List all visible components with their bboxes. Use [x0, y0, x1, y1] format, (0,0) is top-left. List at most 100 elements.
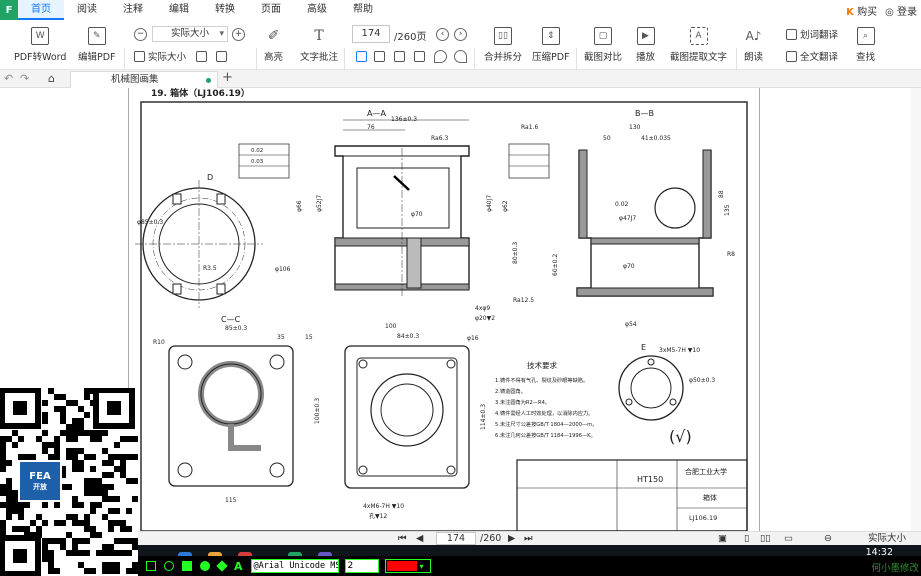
ocr-button[interactable]: A 截图提取文字 — [670, 20, 727, 63]
color-select[interactable]: ▾ — [384, 559, 431, 573]
double-page-button[interactable] — [374, 48, 385, 64]
buy-button[interactable]: K 购买 — [846, 3, 877, 18]
login-button[interactable]: ◎ 登录 — [885, 3, 917, 18]
text-note-button[interactable]: T 文字批注 — [300, 20, 338, 63]
dim-4x9: 4xφ9 — [475, 305, 490, 312]
filled-rect-tool-icon[interactable] — [182, 561, 192, 571]
qr-module — [126, 526, 132, 532]
view-mode-icon[interactable]: ▣ — [718, 532, 727, 546]
qr-module — [120, 466, 126, 472]
compress-button[interactable]: ⇕ 压缩PDF — [532, 20, 570, 63]
zoom-select[interactable]: 实际大小 — [152, 26, 228, 42]
menu-help[interactable]: 帮助 — [340, 0, 386, 20]
dim-130: 130 — [629, 124, 641, 131]
qr-module — [90, 478, 96, 484]
status-page-input[interactable]: 174 — [436, 532, 476, 545]
search-button[interactable]: ⌕ 查找 — [856, 20, 875, 63]
zoom-out-button[interactable]: − — [134, 26, 147, 42]
text-tool-icon[interactable]: A — [234, 560, 243, 573]
zoom-in-button[interactable]: + — [232, 26, 245, 42]
fit-page-button[interactable] — [196, 48, 207, 64]
continuous-button[interactable] — [394, 48, 405, 64]
redo-icon[interactable]: ↷ — [20, 72, 29, 85]
read-aloud-button[interactable]: A♪ 朗读 — [744, 20, 763, 63]
status-zoom-value[interactable]: 实际大小 — [868, 532, 906, 546]
first-page-icon[interactable]: ⏮ — [398, 532, 407, 546]
qr-module — [42, 520, 48, 526]
tab-bar: ↶ ↷ ⌂ 机械图画集 + — [0, 70, 921, 88]
filled-circle-tool-icon[interactable] — [200, 561, 210, 571]
qr-module — [84, 484, 90, 490]
font-select[interactable]: @Arial Unicode MS — [250, 559, 339, 573]
edit-pdf-button[interactable]: ✎ 编辑PDF — [78, 20, 116, 63]
fea-logo: FEA 开放 — [18, 460, 62, 502]
merge-split-button[interactable]: ▯▯ 合并拆分 — [484, 20, 522, 63]
prev-page-button[interactable]: ‹ — [436, 26, 449, 42]
menu-advanced[interactable]: 高级 — [294, 0, 340, 20]
qr-module — [102, 562, 108, 568]
qr-module — [90, 526, 96, 532]
vertical-scrollbar[interactable] — [911, 88, 921, 531]
menu-page[interactable]: 页面 — [248, 0, 294, 20]
menu-home[interactable]: 首页 — [18, 0, 64, 20]
menu-edit[interactable]: 编辑 — [156, 0, 202, 20]
prev-page-icon[interactable]: ◀ — [416, 532, 423, 546]
view-label-e: E — [641, 343, 646, 352]
qr-module — [78, 502, 84, 508]
compare-button[interactable]: ▢ 截图对比 — [584, 20, 622, 63]
single-page-button[interactable] — [356, 48, 367, 64]
diamond-tool-icon[interactable] — [216, 560, 228, 572]
qr-module — [120, 454, 126, 460]
qr-module — [102, 460, 108, 466]
qr-module — [48, 556, 54, 562]
status-zoom-out-icon[interactable]: ⊖ — [824, 532, 832, 546]
view-bottom-outline — [344, 345, 470, 489]
document-viewport[interactable]: 19. 箱体（LJ106.19） A—A 136±0.3 76 φ70 φ52J… — [0, 87, 921, 532]
qr-module — [66, 424, 72, 430]
single-view-icon[interactable]: ▯ — [744, 532, 749, 546]
qr-module — [90, 466, 96, 472]
menu-read[interactable]: 阅读 — [64, 0, 110, 20]
gdt-value-2: 0.03 — [251, 159, 264, 165]
full-translate-button[interactable]: 全文翻译 — [786, 48, 838, 64]
qr-module — [126, 550, 132, 556]
qr-module — [66, 550, 72, 556]
actual-size-button[interactable]: 实际大小 — [134, 48, 186, 64]
qr-module — [108, 508, 114, 514]
rotate-left-button[interactable] — [434, 48, 447, 64]
rotate-right-button[interactable] — [454, 48, 467, 64]
continuous-icon — [394, 50, 405, 62]
qr-module — [132, 568, 138, 574]
double-view-icon[interactable]: ▯▯ — [760, 532, 770, 546]
qr-module — [84, 526, 90, 532]
tab-document[interactable]: 机械图画集 — [70, 71, 218, 88]
page-number-input[interactable]: 174 — [352, 25, 390, 43]
rect-tool-icon[interactable] — [146, 561, 156, 571]
qr-module — [60, 430, 66, 436]
size-select[interactable]: 2 — [344, 559, 379, 573]
home-icon[interactable]: ⌂ — [48, 72, 55, 85]
book-view-icon[interactable]: ▭ — [784, 532, 793, 546]
qr-module — [72, 466, 78, 472]
qr-module — [54, 538, 60, 544]
word-translate-button[interactable]: 划词翻译 — [786, 26, 838, 42]
fit-width-button[interactable] — [216, 48, 227, 64]
circle-tool-icon[interactable] — [164, 561, 174, 571]
menu-annotate[interactable]: 注释 — [110, 0, 156, 20]
app-logo[interactable]: F — [0, 0, 18, 20]
scroll-mode-button[interactable] — [414, 48, 425, 64]
chevron-down-icon: ▾ — [419, 561, 424, 571]
highlight-button[interactable]: ✐ 高亮 — [264, 20, 283, 63]
menu-convert[interactable]: 转换 — [202, 0, 248, 20]
last-page-icon[interactable]: ⏭ — [524, 532, 533, 546]
chevron-right-icon: › — [454, 27, 467, 41]
screen-annotation-toolbar: A @Arial Unicode MS 2 ▾ 何小墨修改 — [138, 556, 921, 576]
qr-module — [90, 484, 96, 490]
next-page-button[interactable]: › — [454, 26, 467, 42]
new-tab-button[interactable]: + — [222, 70, 233, 85]
pdf-to-word-button[interactable]: W PDF转Word — [14, 20, 66, 63]
qr-module — [18, 526, 24, 532]
next-page-icon[interactable]: ▶ — [508, 532, 515, 546]
play-button[interactable]: ▶ 播放 — [636, 20, 655, 63]
undo-icon[interactable]: ↶ — [4, 72, 13, 85]
